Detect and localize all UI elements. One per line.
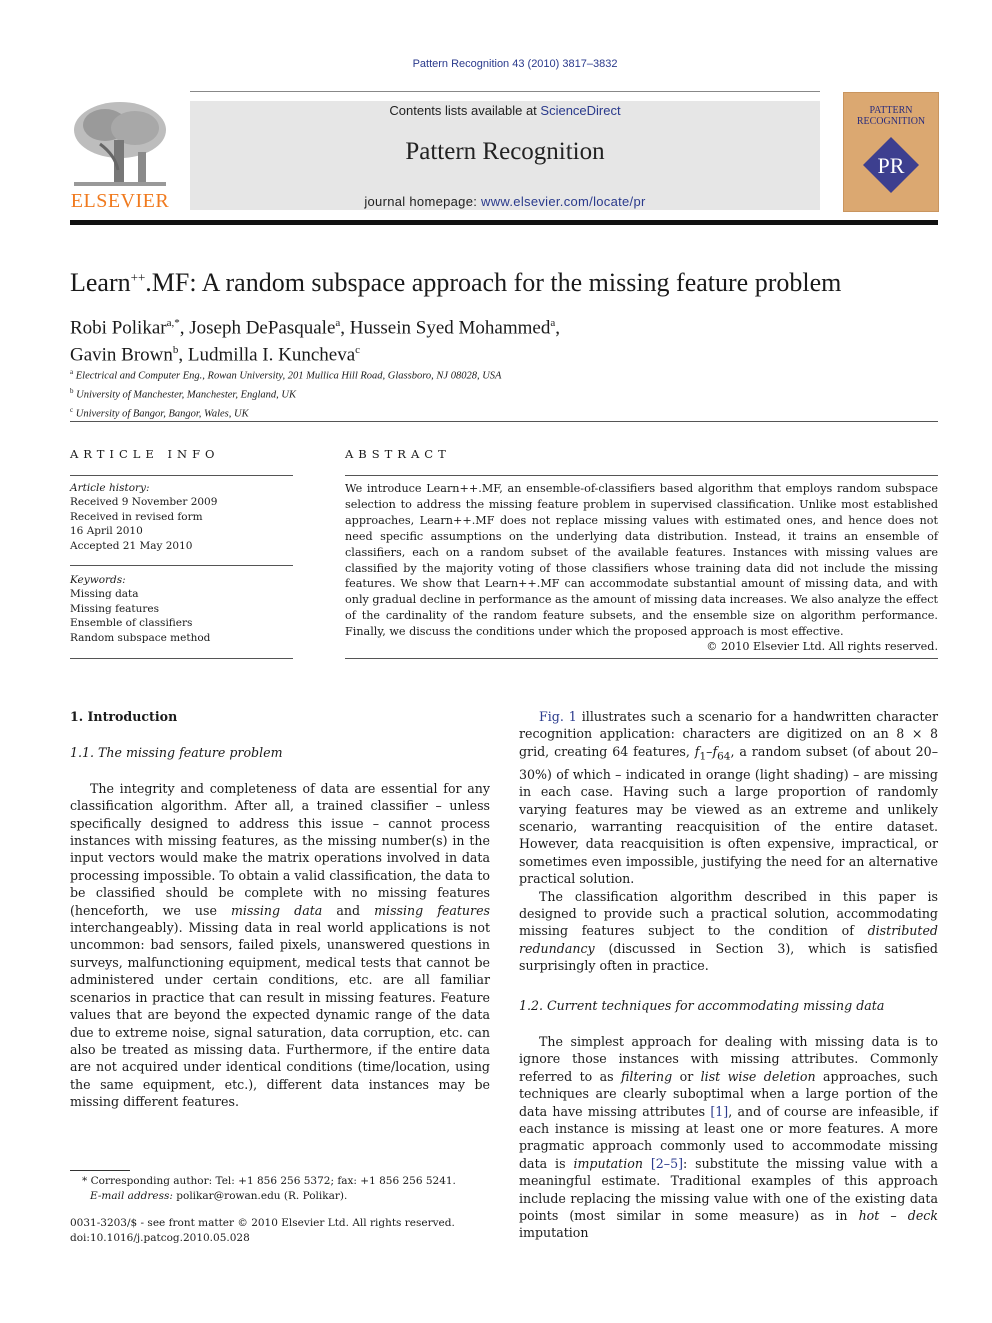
keywords-label: Keywords:: [70, 574, 126, 586]
author-name[interactable]: Gavin Brown: [70, 345, 173, 366]
divider: [70, 658, 293, 659]
header-thick-rule: [70, 220, 938, 225]
keywords: Keywords: Missing data Missing features …: [70, 573, 210, 645]
homepage-line: journal homepage: www.elsevier.com/locat…: [190, 194, 820, 209]
sciencedirect-link[interactable]: ScienceDirect: [540, 103, 620, 118]
affiliation: c University of Bangor, Bangor, Wales, U…: [70, 406, 249, 420]
asterisk-mark: *: [82, 1175, 88, 1187]
cover-title: PATTERN RECOGNITION: [844, 105, 938, 127]
cover-title-line1: PATTERN: [869, 105, 913, 116]
affiliation: b University of Manchester, Manchester, …: [70, 387, 297, 401]
keyword: Ensemble of classifiers: [70, 617, 193, 630]
divider: [70, 475, 293, 476]
journal-header: Contents lists available at ScienceDirec…: [190, 101, 820, 210]
author-list: Robi Polikara,*, Joseph DePasqualea, Hus…: [70, 317, 560, 366]
contents-prefix: Contents lists available at: [389, 103, 541, 118]
tree-icon: [74, 102, 166, 186]
journal-name: Pattern Recognition: [405, 138, 605, 165]
front-matter: 0031-3203/$ - see front matter © 2010 El…: [70, 1216, 455, 1245]
issn-line: 0031-3203/$ - see front matter © 2010 El…: [70, 1217, 455, 1229]
subsection-heading-missing-feature: 1.1. The missing feature problem: [70, 745, 283, 761]
paragraph: The classification algorithm described i…: [519, 888, 938, 974]
cover-emblem-text: PR: [878, 153, 905, 178]
header-rule: [190, 91, 820, 92]
article-info-heading: ARTICLE INFO: [70, 447, 220, 461]
abstract-text: We introduce Learn++.MF, an ensemble-of-…: [345, 482, 938, 639]
cover-title-line2: RECOGNITION: [856, 116, 926, 127]
author-affil-mark[interactable]: a: [550, 317, 555, 329]
journal-citation[interactable]: Pattern Recognition 43 (2010) 3817–3832: [0, 58, 992, 70]
elsevier-wordmark: ELSEVIER: [70, 190, 170, 212]
abstract-heading: ABSTRACT: [345, 447, 451, 461]
affiliation: a Electrical and Computer Eng., Rowan Un…: [70, 368, 502, 382]
left-column: 1. Introduction 1.1. The missing feature…: [70, 708, 490, 1111]
journal-cover[interactable]: PATTERN RECOGNITION PR: [843, 92, 939, 212]
divider: [70, 421, 938, 422]
author-affil-mark[interactable]: a,*: [167, 317, 180, 329]
section-heading-introduction: 1. Introduction: [70, 709, 178, 724]
title-part: .MF: A random subspace approach for the …: [145, 268, 842, 297]
history-item: 16 April 2010: [70, 525, 143, 538]
keyword: Missing features: [70, 602, 160, 615]
author-name[interactable]: Ludmilla I. Kuncheva: [188, 345, 355, 366]
divider: [345, 658, 938, 659]
keyword: Missing data: [70, 588, 139, 601]
right-column: Fig. 1 illustrates such a scenario for a…: [519, 708, 938, 1242]
doi-link[interactable]: doi:10.1016/j.patcog.2010.05.028: [70, 1231, 455, 1246]
history-item: Received 9 November 2009: [70, 496, 218, 509]
homepage-link[interactable]: www.elsevier.com/locate/pr: [481, 194, 646, 209]
divider: [345, 475, 938, 476]
affiliations: a Electrical and Computer Eng., Rowan Un…: [70, 365, 501, 422]
pr-emblem-icon: PR: [863, 137, 919, 193]
contents-line: Contents lists available at ScienceDirec…: [190, 103, 820, 118]
keyword: Random subspace method: [70, 631, 211, 644]
author-affil-mark[interactable]: c: [355, 344, 360, 356]
footnote-rule: [70, 1170, 130, 1171]
reference-link[interactable]: [1]: [710, 1104, 728, 1119]
reference-link[interactable]: [2–5]: [651, 1156, 683, 1171]
author-affil-mark[interactable]: b: [173, 344, 179, 356]
author-affil-mark[interactable]: a: [335, 317, 340, 329]
email-link[interactable]: polikar@rowan.edu (R. Polikar).: [176, 1190, 347, 1202]
abstract-copyright: © 2010 Elsevier Ltd. All rights reserved…: [706, 640, 938, 653]
author-name[interactable]: Joseph DePasquale: [189, 317, 335, 338]
paragraph: The integrity and completeness of data a…: [70, 780, 490, 1110]
paragraph: The simplest approach for dealing with m…: [519, 1034, 939, 1241]
paragraph: Fig. 1 illustrates such a scenario for a…: [519, 709, 939, 887]
history-item: Received in revised form: [70, 510, 203, 523]
article-history: Article history: Received 9 November 200…: [70, 481, 217, 553]
corresponding-footnote: * Corresponding author: Tel: +1 856 256 …: [82, 1175, 456, 1202]
author-name[interactable]: Robi Polikar: [70, 317, 167, 338]
homepage-prefix: journal homepage:: [364, 194, 482, 209]
history-label: Article history:: [70, 482, 150, 494]
author-name[interactable]: Hussein Syed Mohammed: [350, 317, 551, 338]
figure-link[interactable]: Fig. 1: [539, 709, 577, 724]
title-part: Learn: [70, 268, 131, 297]
title-superscript: ++: [130, 269, 146, 285]
paper-title: Learn++.MF: A random subspace approach f…: [70, 268, 841, 298]
history-item: Accepted 21 May 2010: [70, 539, 193, 552]
divider: [70, 565, 293, 566]
subsection-heading-current-techniques: 1.2. Current techniques for accommodatin…: [519, 997, 885, 1013]
